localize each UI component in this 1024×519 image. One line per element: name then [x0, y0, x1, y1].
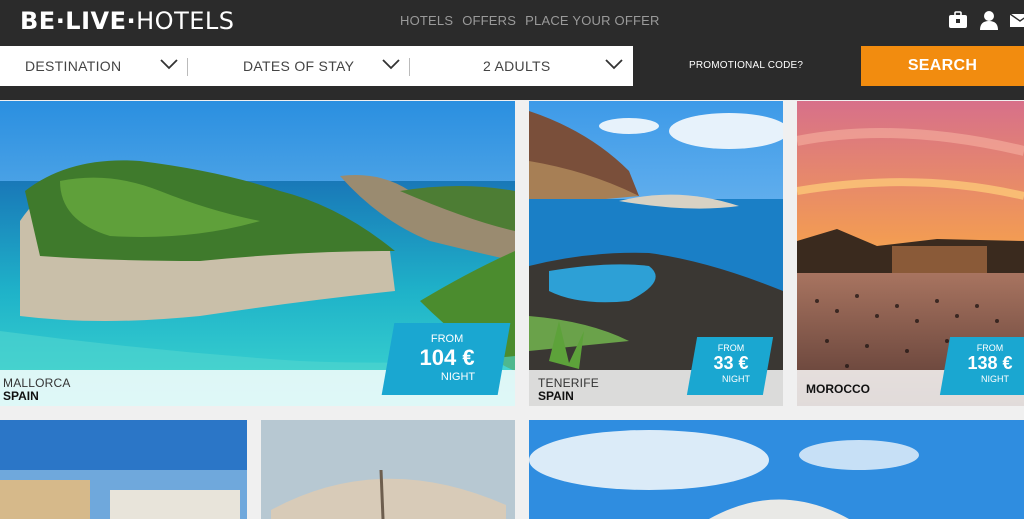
- city-label: MALLORCA: [3, 376, 71, 390]
- destination-card-morocco[interactable]: MOROCCO FROM 138 € NIGHT: [797, 101, 1024, 406]
- dates-select[interactable]: DATES OF STAY: [188, 46, 410, 86]
- price-from: FROM: [976, 343, 1004, 353]
- mail-icon[interactable]: [1010, 12, 1024, 28]
- header-icons: [948, 10, 1024, 30]
- guests-label: 2 ADULTS: [483, 58, 551, 74]
- price-amount: 138 €: [967, 353, 1013, 373]
- nav-offers[interactable]: OFFERS: [462, 13, 516, 28]
- logo-right: HOTELS: [136, 7, 235, 35]
- destination-card-mallorca[interactable]: MALLORCA SPAIN FROM 104 € NIGHT: [0, 101, 515, 406]
- price-from: FROM: [717, 343, 745, 353]
- country-label: MOROCCO: [806, 382, 870, 396]
- price-badge: FROM 138 € NIGHT: [939, 337, 1024, 395]
- brand-logo[interactable]: BE·LIVE·HOTELS: [20, 7, 235, 35]
- suitcase-icon[interactable]: [948, 11, 968, 29]
- price-unit: NIGHT: [440, 371, 476, 383]
- price-unit: NIGHT: [980, 374, 1009, 384]
- search-button[interactable]: SEARCH: [861, 46, 1024, 86]
- destination-card[interactable]: [529, 420, 1024, 519]
- destination-card[interactable]: [261, 420, 515, 519]
- price-amount: 33 €: [713, 353, 749, 373]
- guests-select[interactable]: 2 ADULTS: [410, 46, 633, 86]
- destination-photo: [0, 420, 247, 519]
- chevron-down-icon: [160, 59, 178, 70]
- nav-place-your-offer[interactable]: PLACE YOUR OFFER: [525, 13, 659, 28]
- price-amount: 104 €: [419, 345, 475, 370]
- promo-code-link[interactable]: PROMOTIONAL CODE?: [689, 60, 803, 71]
- logo-left: BE·LIVE·: [20, 7, 137, 35]
- destination-card-tenerife[interactable]: TENERIFE SPAIN FROM 33 € NIGHT: [529, 101, 783, 406]
- city-label: TENERIFE: [538, 376, 599, 390]
- chevron-down-icon: [382, 59, 400, 70]
- destination-select[interactable]: DESTINATION: [0, 46, 188, 86]
- destination-label: DESTINATION: [25, 58, 122, 74]
- country-label: SPAIN: [538, 389, 574, 403]
- chevron-down-icon: [605, 59, 623, 70]
- main-nav: HOTELS OFFERS PLACE YOUR OFFER: [400, 13, 660, 28]
- destination-photo: [261, 420, 515, 519]
- price-from: FROM: [430, 333, 464, 345]
- dates-label: DATES OF STAY: [243, 58, 355, 74]
- destination-card[interactable]: [0, 420, 247, 519]
- price-badge: FROM 33 € NIGHT: [686, 337, 774, 395]
- country-label: SPAIN: [3, 389, 39, 403]
- price-unit: NIGHT: [721, 374, 750, 384]
- user-icon[interactable]: [980, 10, 998, 30]
- price-badge: FROM 104 € NIGHT: [381, 323, 511, 395]
- nav-hotels[interactable]: HOTELS: [400, 13, 453, 28]
- destination-photo: [529, 420, 1024, 519]
- booking-search-bar: DESTINATION DATES OF STAY 2 ADULTS: [0, 46, 633, 86]
